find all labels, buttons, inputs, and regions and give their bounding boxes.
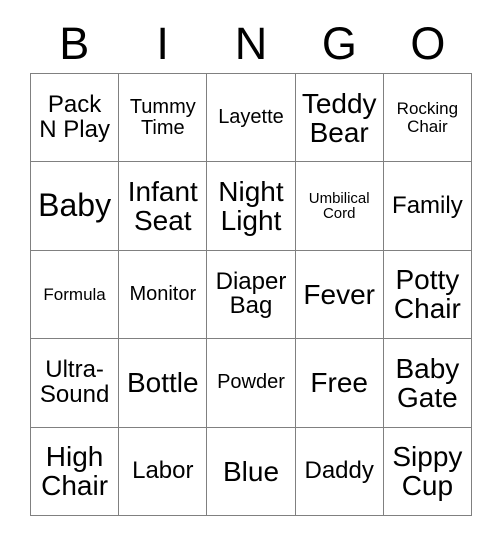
bingo-cell[interactable]: Ultra- Sound (31, 339, 120, 428)
bingo-cell-label: Layette (218, 106, 284, 129)
bingo-cell-label: Sippy Cup (392, 441, 463, 502)
bingo-grid: Pack N Play Tummy Time Layette Teddy Bear Ro… (30, 73, 472, 516)
bingo-cell-label: Diaper Bag (215, 267, 287, 320)
bingo-header: B I N G O (30, 14, 472, 73)
bingo-cell-label: Fever (303, 278, 375, 310)
bingo-cell[interactable]: Powder (207, 339, 296, 428)
bingo-cell[interactable]: Monitor (119, 250, 208, 340)
bingo-cell-label: Labor (132, 456, 194, 484)
bingo-cell[interactable]: Infant Seat (119, 162, 208, 251)
bingo-cell[interactable]: Labor (119, 427, 208, 516)
bingo-cell-label: Night Light (218, 175, 284, 237)
bingo-header-letter-i: I (156, 18, 169, 69)
bingo-cell[interactable]: Formula (31, 250, 120, 340)
bingo-cell[interactable]: Blue (207, 427, 296, 516)
bingo-cell[interactable]: Night Light (207, 162, 296, 251)
bingo-cell-label: Bottle (126, 367, 199, 399)
bingo-cell-label: Family (392, 191, 463, 219)
bingo-cell-label: Ultra- Sound (39, 355, 110, 408)
bingo-cell[interactable]: Tummy Time (119, 74, 208, 163)
bingo-cell[interactable]: Fever (295, 250, 384, 340)
bingo-cell-label: Daddy (304, 456, 374, 484)
bingo-cell-label: Umbilical Cord (308, 189, 370, 223)
bingo-cell[interactable]: Daddy (295, 427, 384, 516)
bingo-header-letter-g: G (321, 18, 357, 69)
bingo-cell[interactable]: Potty Chair (383, 250, 472, 340)
bingo-cell[interactable]: Umbilical Cord (295, 162, 384, 251)
bingo-cell-label: Blue (222, 455, 280, 487)
bingo-cell[interactable]: Layette (207, 74, 296, 163)
bingo-cell[interactable]: Diaper Bag (207, 250, 296, 340)
bingo-cell-label: High Chair (41, 441, 109, 502)
bingo-cell-label: Monitor (129, 283, 197, 306)
bingo-cell[interactable]: Sippy Cup (383, 427, 472, 516)
bingo-free-space[interactable]: Free (295, 339, 384, 428)
bingo-cell[interactable]: Pack N Play (31, 74, 120, 163)
bingo-cell[interactable]: Rocking Chair (383, 74, 472, 163)
bingo-cell-label: Pack N Play (39, 90, 110, 143)
bingo-cell[interactable]: Baby Gate (383, 339, 472, 428)
bingo-cell-label: Baby Gate (395, 352, 460, 413)
bingo-header-letter-n: N (234, 18, 268, 69)
bingo-cell[interactable]: High Chair (31, 427, 120, 516)
bingo-cell-label: Baby (38, 187, 112, 224)
bingo-cell-label: Tummy Time (129, 95, 196, 139)
bingo-cell-label: Free (310, 367, 368, 399)
bingo-cell-label: Rocking Chair (396, 99, 459, 136)
bingo-cell-label: Infant Seat (127, 175, 198, 237)
bingo-card: B I N G O Pack N Play Tummy Time Layette Te… (0, 0, 500, 544)
bingo-cell[interactable]: Baby (31, 162, 120, 251)
bingo-header-letter-o: O (410, 18, 446, 69)
bingo-header-letter-b: B (59, 18, 90, 69)
bingo-cell[interactable]: Bottle (119, 339, 208, 428)
bingo-cell-label: Powder (217, 371, 285, 394)
bingo-cell-label: Potty Chair (393, 264, 461, 325)
bingo-cell-label: Formula (43, 284, 106, 304)
bingo-cell[interactable]: Family (383, 162, 472, 251)
bingo-cell[interactable]: Teddy Bear (295, 74, 384, 163)
bingo-cell-label: Teddy Bear (301, 87, 377, 148)
